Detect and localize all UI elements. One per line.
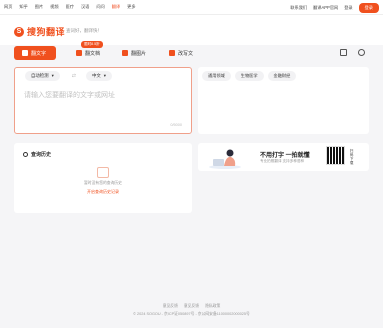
nav-item-zhihu[interactable]: 知乎 (19, 4, 27, 10)
tab-label: 改写文 (178, 50, 194, 57)
app-promo-banner[interactable]: 不用打字 一拍就懂 专业拍照翻译 支持多种语种 扫码下载 (198, 143, 369, 171)
footer-link-privacy[interactable]: 隐私政策 (205, 304, 220, 309)
target-panel: 通用领域 生物医学 金融财经 (198, 67, 369, 134)
nav-item-more[interactable]: 更多 (127, 4, 135, 10)
screenshot-icon[interactable] (340, 49, 347, 56)
nav-item-translate[interactable]: 翻译 (112, 4, 120, 10)
logo[interactable]: S 搜狗翻译 (14, 25, 65, 38)
nav-item-chinese[interactable]: 汉语 (81, 4, 89, 10)
target-language-select[interactable]: 中文 ▾ (86, 70, 113, 81)
tab-label: 翻文字 (31, 50, 47, 57)
logo-text: 搜狗翻译 (27, 27, 66, 37)
enable-history-link[interactable]: 开启查询历史记录 (14, 189, 192, 195)
footer-link-feedback[interactable]: 意见反馈 (163, 304, 178, 309)
source-panel: 自动检测 ▾ ⇄ 中文 ▾ 请输入您要翻译的文字或网址 0/5000 (14, 67, 192, 134)
tab-translate-text[interactable]: 翻文字 (14, 46, 56, 60)
char-counter: 0/5000 (170, 123, 182, 127)
history-title-label: 查询历史 (31, 152, 52, 158)
domain-biomedical[interactable]: 生物医学 (234, 71, 264, 81)
settings-icon[interactable] (358, 49, 365, 56)
tab-rewrite[interactable]: 改写文 (161, 46, 201, 60)
domain-selector: 通用领域 生物医学 金融财经 (202, 71, 297, 81)
top-nav-links: 网页 知乎 图片 视频 医疗 汉语 问问 翻译 更多 (4, 4, 136, 10)
history-panel: 查询历史 暂时没有您的查询历史 开启查询历史记录 (14, 143, 192, 213)
nav-item-images[interactable]: 图片 (35, 4, 43, 10)
source-text-input[interactable]: 请输入您要翻译的文字或网址 (24, 90, 115, 100)
domain-general[interactable]: 通用领域 (202, 71, 231, 81)
sogou-logo-icon: S (14, 26, 24, 37)
contact-link[interactable]: 联系我们 (290, 5, 307, 11)
person-illustration-icon (209, 149, 241, 169)
source-language-select[interactable]: 自动检测 ▾ (25, 70, 60, 81)
empty-history-icon (97, 167, 109, 178)
copyright: © 2024 SOGOU - 京ICP证050897号 - 京公网安备11000… (133, 312, 250, 316)
footer: 意见反馈 意见反馈 隐私政策 © 2024 SOGOU - 京ICP证05089… (0, 304, 383, 317)
tab-translate-doc[interactable]: 翻文档 (68, 46, 108, 60)
document-icon (76, 50, 82, 56)
domain-finance[interactable]: 金融财经 (267, 71, 297, 81)
chevron-down-icon: ▾ (103, 72, 107, 78)
clock-icon (23, 152, 28, 157)
footer-links: 意见反馈 意见反馈 隐私政策 (0, 304, 383, 309)
nav-item-video[interactable]: 视频 (50, 4, 58, 10)
image-icon (122, 50, 128, 56)
source-language-label: 自动检测 (31, 72, 49, 78)
tab-label: 翻文档 (85, 50, 101, 57)
promo-headline: 不用打字 一拍就懂 (260, 153, 310, 159)
swap-languages-icon[interactable]: ⇄ (72, 73, 76, 79)
history-title: 查询历史 (23, 151, 51, 158)
login-button[interactable]: 登录 (358, 3, 379, 13)
qr-label: 扫码下载 (350, 149, 354, 165)
chevron-down-icon: ▾ (51, 72, 54, 78)
footer-link-feedback-2[interactable]: 意见反馈 (184, 304, 199, 309)
text-icon (22, 50, 28, 56)
language-bar: 自动检测 ▾ ⇄ 中文 ▾ (15, 68, 191, 83)
nav-item-web[interactable]: 网页 (4, 4, 12, 10)
qr-code-icon (326, 146, 345, 165)
nav-item-medical[interactable]: 医疗 (66, 4, 74, 10)
app-link[interactable]: 翻译APP官网 (313, 5, 338, 11)
promo-subtitle: 专业拍照翻译 支持多种语种 (260, 159, 305, 163)
empty-history-text: 暂时没有您的查询历史 (84, 181, 122, 185)
promo-badge: 限时8.5折 (81, 41, 103, 48)
slogan: 查词好，翻译快！ (66, 28, 102, 33)
top-navbar: 网页 知乎 图片 视频 医疗 汉语 问问 翻译 更多 联系我们 翻译APP官网 … (0, 0, 383, 15)
top-nav-right: 联系我们 翻译APP官网 登录 登录 (290, 3, 379, 13)
rewrite-icon (169, 50, 175, 56)
header: S 搜狗翻译 查词好，翻译快！ (0, 15, 383, 45)
tab-label: 翻图片 (131, 50, 147, 57)
translate-mode-tabs: 翻文字 翻文档 限时8.5折 翻图片 改写文 (14, 41, 369, 62)
target-language-label: 中文 (92, 72, 101, 78)
tab-translate-image[interactable]: 翻图片 (114, 46, 154, 60)
login-link[interactable]: 登录 (344, 5, 352, 11)
nav-item-wenwen[interactable]: 问问 (96, 4, 104, 10)
